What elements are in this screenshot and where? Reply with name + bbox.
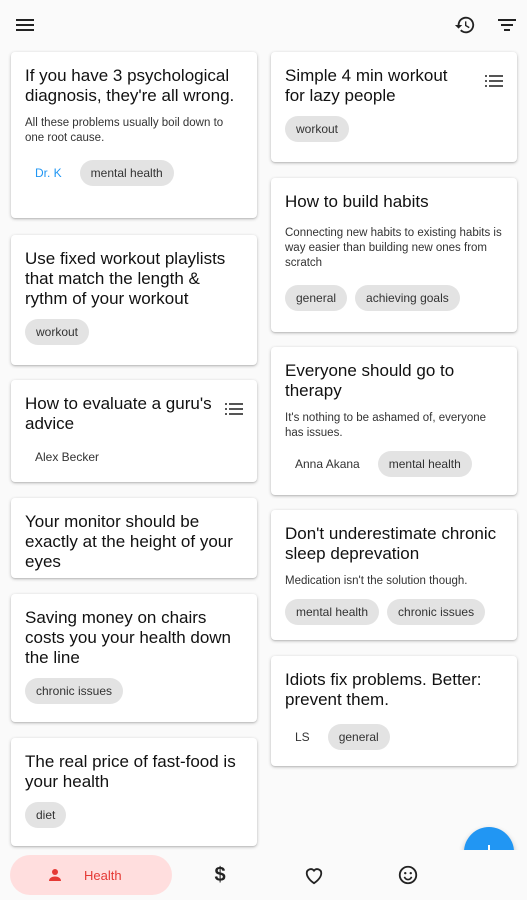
card-title: The real price of fast-food is your heal… [25, 752, 236, 791]
tag-chip[interactable]: chronic issues [387, 599, 486, 625]
note-card[interactable]: Everyone should go to therapy It's nothi… [271, 347, 517, 495]
tag-chip[interactable]: mental health [377, 451, 472, 477]
top-app-bar [0, 0, 527, 50]
list-icon[interactable] [225, 402, 243, 416]
card-title: Everyone should go to therapy [285, 361, 455, 400]
tag-chip[interactable]: general [285, 285, 348, 311]
note-card[interactable]: Simple 4 min workout for lazy people wor… [271, 52, 517, 162]
note-card[interactable]: How to evaluate a guru's advice Alex Bec… [11, 380, 257, 482]
person-icon [49, 869, 61, 881]
tag-chip[interactable]: general [327, 724, 390, 750]
card-title: If you have 3 psychological diagnosis, t… [25, 66, 235, 105]
tag-chip[interactable]: workout [285, 116, 350, 142]
filter-icon[interactable] [496, 14, 518, 36]
nav-item-relationships[interactable] [302, 863, 326, 887]
note-card[interactable]: Idiots fix problems. Better: prevent the… [271, 656, 517, 766]
note-card[interactable]: Use fixed workout playlists that match t… [11, 235, 257, 365]
author-label[interactable]: Alex Becker [25, 444, 109, 470]
card-title: How to evaluate a guru's advice [25, 394, 212, 433]
tag-chip[interactable]: achieving goals [355, 285, 460, 311]
card-title: Idiots fix problems. Better: prevent the… [285, 670, 482, 709]
tag-chip[interactable]: mental health [285, 599, 380, 625]
tag-chip[interactable]: mental health [79, 160, 174, 186]
nav-item-finance[interactable]: $ [208, 863, 232, 887]
author-label[interactable]: LS [285, 724, 320, 750]
bottom-navigation: Health $ [0, 850, 527, 900]
note-card[interactable]: Don't underestimate chronic sleep deprev… [271, 510, 517, 640]
note-card[interactable]: Your monitor should be exactly at the he… [11, 498, 257, 578]
history-icon[interactable] [454, 14, 476, 36]
card-title: Saving money on chairs costs you your he… [25, 608, 232, 667]
tag-chip[interactable]: diet [25, 802, 67, 828]
note-card[interactable]: How to build habits Connecting new habit… [271, 178, 517, 332]
nav-item-mood[interactable] [396, 863, 420, 887]
heart-icon [305, 868, 323, 885]
author-label[interactable]: Anna Akana [285, 451, 370, 477]
card-title: Simple 4 min workout for lazy people [285, 66, 448, 105]
note-card[interactable]: The real price of fast-food is your heal… [11, 738, 257, 846]
tag-chip[interactable]: workout [25, 319, 90, 345]
card-description: Medication isn't the solution though. [285, 575, 468, 587]
smiley-icon [398, 865, 418, 885]
card-description: Connecting new habits to existing habits… [285, 227, 502, 269]
card-title: Use fixed workout playlists that match t… [25, 249, 226, 308]
list-icon[interactable] [485, 74, 503, 88]
dollar-icon: $ [214, 863, 226, 886]
tag-chip[interactable]: chronic issues [25, 678, 124, 704]
card-title: How to build habits [285, 192, 429, 211]
card-description: It's nothing to be ashamed of, everyone … [285, 412, 487, 439]
note-card[interactable]: If you have 3 psychological diagnosis, t… [11, 52, 257, 218]
hamburger-menu-icon[interactable] [14, 14, 36, 36]
note-card[interactable]: Saving money on chairs costs you your he… [11, 594, 257, 722]
card-title: Don't underestimate chronic sleep deprev… [285, 524, 497, 563]
card-description: All these problems usually boil down to … [25, 117, 224, 144]
nav-item-label: Health [84, 867, 122, 883]
author-label[interactable]: Dr. K [25, 160, 72, 186]
card-title: Your monitor should be exactly at the he… [25, 512, 233, 571]
nav-item-health[interactable]: Health [10, 855, 172, 895]
